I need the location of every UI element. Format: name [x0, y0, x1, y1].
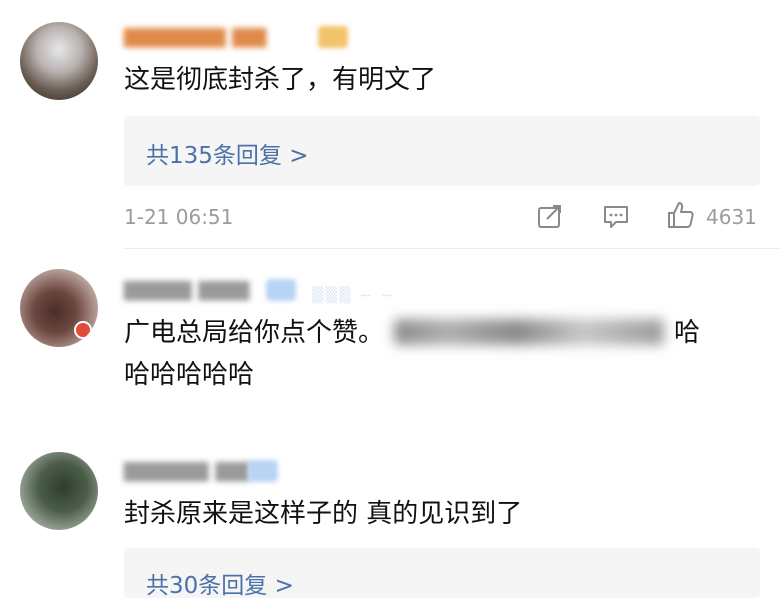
like-count: 4631 — [706, 205, 757, 229]
avatar[interactable] — [20, 452, 98, 530]
comment-text: 封杀原来是这样子的 真的见识到了 — [124, 499, 523, 529]
comment-icon[interactable] — [602, 203, 630, 231]
comment-text: 广电总局给你点个赞。 哈 — [124, 313, 700, 353]
username-obscured[interactable]: ▆▆▆▆ ▆▆▆ — [124, 277, 254, 301]
member-badge — [318, 26, 348, 48]
watermark: ▒▒▒ ~ ~ — [312, 286, 396, 304]
verified-badge — [74, 321, 92, 339]
username-obscured[interactable]: ▆▆▆▆▆ ▆▆ — [124, 458, 249, 482]
reply-thread-box[interactable]: 共135条回复 > — [124, 116, 760, 186]
like-icon[interactable] — [666, 200, 696, 230]
comment-1: ▆▆▆▆▆▆ ▆▆ 这是彻底封杀了，有明文了 共135条回复 > 1-21 06… — [0, 0, 780, 248]
comment-text-line2: 哈哈哈哈哈 — [124, 360, 255, 390]
username-obscured[interactable]: ▆▆▆▆▆▆ ▆▆ — [124, 24, 314, 48]
reply-thread-box[interactable]: 共30条回复 > — [124, 548, 760, 600]
comment-text-part: 哈 — [674, 318, 701, 348]
comment-text-part: 广电总局给你点个赞。 — [124, 318, 385, 348]
member-badge — [266, 279, 296, 301]
comment-2: ▆▆▆▆ ▆▆▆ 广电总局给你点个赞。 哈 哈哈哈哈哈 — [0, 249, 780, 429]
comment-3: ▆▆▆▆▆ ▆▆ 封杀原来是这样子的 真的见识到了 共30条回复 > — [0, 430, 780, 600]
comment-timestamp: 1-21 06:51 — [124, 205, 234, 229]
view-replies-link[interactable]: 共30条回复 > — [146, 566, 294, 600]
share-icon[interactable] — [536, 202, 564, 230]
redacted-text — [394, 319, 665, 345]
avatar[interactable] — [20, 269, 98, 347]
avatar[interactable] — [20, 22, 98, 100]
view-replies-link[interactable]: 共135条回复 > — [146, 136, 308, 170]
comment-text: 这是彻底封杀了，有明文了 — [124, 65, 437, 95]
member-badge — [248, 460, 278, 482]
